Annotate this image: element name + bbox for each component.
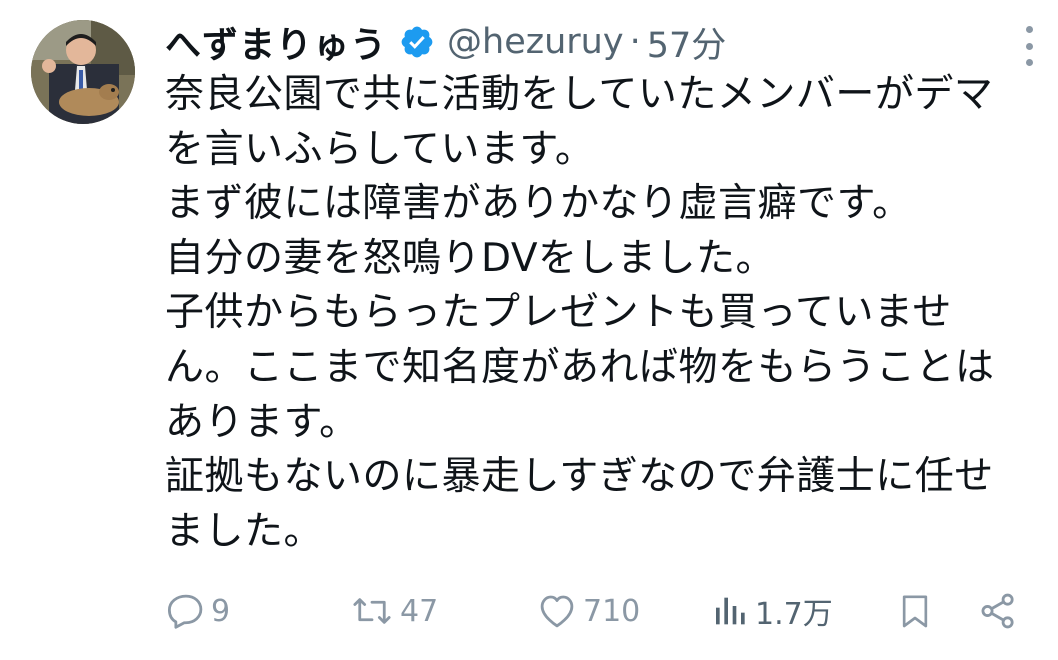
more-dot bbox=[1025, 26, 1033, 33]
tweet-text-line: 証拠もないのに暴走しすぎなので弁護士に任せ bbox=[165, 454, 994, 500]
bookmark-icon bbox=[902, 595, 928, 628]
tweet-text-line: 奈良公園で共に活動をしていたメンバーがデマ bbox=[165, 72, 994, 117]
tweet-text: 奈良公園で共に活動をしていたメンバーがデマ を言いふらしています。 まず彼には障… bbox=[165, 68, 1050, 559]
bookmark-button[interactable] bbox=[895, 586, 935, 636]
heart-icon bbox=[540, 595, 574, 628]
tweet[interactable]: へずまりゅう @hezuruy · 57分 奈良公園で共に活動をしていたメンバー… bbox=[0, 0, 1058, 660]
more-options-icon[interactable] bbox=[1022, 26, 1036, 66]
retweet-button[interactable]: 47 bbox=[348, 586, 438, 636]
avatar-image bbox=[31, 20, 135, 124]
tweet-text-line: あります。 bbox=[165, 399, 359, 445]
timestamp[interactable]: 57分 bbox=[647, 17, 727, 68]
tweet-text-line: 子供からもらったプレゼントも買っていませ bbox=[165, 290, 952, 336]
tweet-text-line: まず彼には障害がありかなり虚言癖です。 bbox=[165, 181, 912, 227]
views-button[interactable]: 1.7万 bbox=[711, 586, 833, 636]
views-count: 1.7万 bbox=[755, 597, 833, 632]
reply-button[interactable]: 9 bbox=[165, 586, 230, 636]
more-dot bbox=[1025, 59, 1033, 66]
like-button[interactable]: 710 bbox=[535, 586, 640, 636]
more-dot bbox=[1025, 42, 1033, 50]
tweet-text-line: を言いふらしています。 bbox=[165, 126, 595, 172]
separator-dot: · bbox=[629, 22, 641, 62]
avatar[interactable] bbox=[31, 20, 135, 124]
tweet-text-line: ん。ここまで知名度があれば物をもらうことは bbox=[165, 344, 995, 390]
user-handle[interactable]: @hezuruy bbox=[447, 22, 624, 62]
tweet-header: へずまりゅう @hezuruy · 57分 bbox=[165, 14, 726, 70]
tweet-text-line: ました。 bbox=[165, 508, 324, 554]
share-button[interactable] bbox=[977, 586, 1019, 636]
verified-badge-icon bbox=[401, 26, 433, 58]
retweet-count: 47 bbox=[400, 593, 439, 629]
reply-icon bbox=[167, 594, 203, 629]
retweet-icon bbox=[353, 598, 391, 624]
share-icon bbox=[981, 593, 1014, 629]
tweet-text-line: 自分の妻を怒鳴りDVをしました。 bbox=[165, 235, 776, 281]
like-count: 710 bbox=[583, 593, 641, 629]
action-bar: 9 47 710 1.7万 bbox=[165, 586, 1035, 636]
display-name[interactable]: へずまりゅう bbox=[165, 16, 387, 68]
reply-count: 9 bbox=[211, 593, 231, 629]
views-chart-icon bbox=[716, 597, 745, 625]
